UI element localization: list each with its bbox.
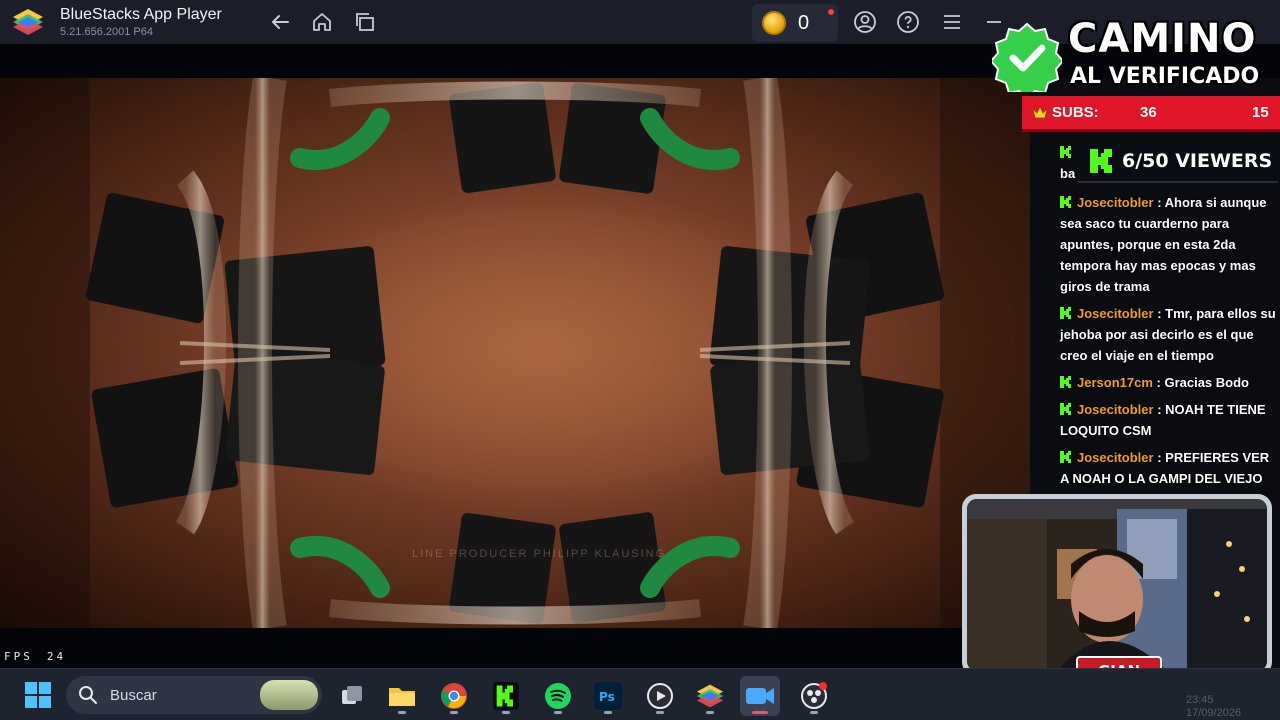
- windows-taskbar: Buscar Ps: [0, 668, 1280, 720]
- windows-start-icon[interactable]: [22, 679, 54, 711]
- chat-message: Josecitobler : Tmr, para ellos su jehoba…: [1060, 306, 1276, 363]
- search-highlight-image: [260, 680, 318, 710]
- chat-message: Josecitobler : PREFIERES VER A NOAH O LA…: [1060, 450, 1270, 486]
- kick-logo-icon: [1090, 149, 1112, 173]
- kick-icon: [1060, 307, 1071, 319]
- chat-username[interactable]: Josecitobler: [1077, 402, 1154, 417]
- video-credit-text: LINE PRODUCER PHILIPP KLAUSING: [412, 548, 667, 560]
- running-indicator: [604, 711, 612, 714]
- kick-icon[interactable]: [486, 676, 526, 716]
- desktop-screen: BlueStacks App Player 5.21.656.2001 P64 …: [0, 0, 1280, 720]
- search-placeholder: Buscar: [110, 687, 157, 704]
- fps-counter: FPS 24: [4, 650, 80, 663]
- bluestacks-logo-icon: [13, 9, 43, 35]
- multi-instance-icon[interactable]: [353, 10, 377, 34]
- chat-username[interactable]: Josecitobler: [1077, 306, 1154, 321]
- running-indicator: [398, 711, 406, 714]
- coin-icon: [762, 11, 786, 35]
- clock-time: 23:45: [1186, 694, 1214, 706]
- crown-icon: [1032, 106, 1048, 119]
- fps-label: FPS: [4, 650, 33, 663]
- kick-icon: [1060, 403, 1071, 415]
- fps-value: 24: [46, 650, 67, 663]
- goal-title-line1: CAMINO: [1068, 16, 1257, 62]
- running-indicator: [502, 711, 510, 714]
- task-view-icon[interactable]: [332, 676, 372, 716]
- chat-username[interactable]: Josecitobler: [1077, 195, 1154, 210]
- kick-icon: [1060, 451, 1071, 463]
- taskbar-search[interactable]: Buscar: [66, 676, 322, 714]
- clock-date: 17/09/2026: [1186, 707, 1242, 719]
- notification-dot: [828, 9, 834, 15]
- kick-icon: [1060, 196, 1071, 208]
- home-icon[interactable]: [310, 10, 334, 34]
- chrome-icon[interactable]: [434, 676, 474, 716]
- coin-counter[interactable]: 0: [752, 4, 838, 42]
- running-indicator: [810, 711, 818, 714]
- back-icon[interactable]: [268, 10, 292, 34]
- bluestacks-icon[interactable]: [690, 676, 730, 716]
- chat-partial-text: ba: [1060, 166, 1076, 181]
- file-explorer-icon[interactable]: [382, 676, 422, 716]
- subs-label: SUBS:: [1052, 104, 1099, 121]
- menu-icon[interactable]: [940, 10, 964, 34]
- kaleidoscope-artwork: [0, 78, 1030, 628]
- system-clock[interactable]: 23:45 17/09/2026: [1186, 694, 1241, 720]
- kick-icon: [1060, 376, 1071, 388]
- camera-app-icon[interactable]: [740, 676, 780, 716]
- obs-icon[interactable]: [794, 676, 834, 716]
- running-indicator: [656, 711, 664, 714]
- running-indicator: [706, 711, 714, 714]
- help-icon[interactable]: [896, 10, 920, 34]
- account-icon[interactable]: [853, 10, 877, 34]
- chat-feed: ba Josecitobler : Ahora si aunque sea sa…: [1060, 142, 1278, 495]
- verified-goal-banner: CAMINO AL VERIFICADO: [990, 16, 1280, 96]
- subs-goal: 15: [1252, 104, 1269, 121]
- chat-message: Josecitobler : NOAH TE TIENE LOQUITO CSM: [1060, 402, 1266, 438]
- viewers-counter: 6/50 VIEWERS: [1078, 141, 1278, 183]
- verified-check-icon: [992, 22, 1062, 92]
- media-player-icon[interactable]: [640, 676, 680, 716]
- webcam-scene: [967, 499, 1267, 671]
- photoshop-icon[interactable]: Ps: [588, 676, 628, 716]
- spotify-icon[interactable]: [538, 676, 578, 716]
- subs-count: 36: [1140, 104, 1157, 121]
- app-version: 5.21.656.2001 P64: [60, 26, 153, 38]
- running-indicator: [554, 711, 562, 714]
- subs-counter-bar: SUBS: 36 15: [1022, 96, 1280, 132]
- coin-count: 0: [798, 12, 810, 34]
- chat-username[interactable]: Josecitobler: [1077, 450, 1154, 465]
- viewers-count: 6/50 VIEWERS: [1122, 150, 1273, 172]
- webcam-frame: [962, 494, 1272, 676]
- chat-message: Jerson17cm : Gracias Bodo: [1060, 372, 1278, 393]
- webcam-feed: [967, 499, 1267, 671]
- svg-text:Ps: Ps: [599, 690, 615, 704]
- running-indicator: [752, 711, 768, 714]
- chat-username[interactable]: Jerson17cm: [1077, 375, 1153, 390]
- video-player[interactable]: LINE PRODUCER PHILIPP KLAUSING: [0, 78, 1030, 628]
- goal-title-line2: AL VERIFICADO: [1070, 64, 1260, 89]
- running-indicator: [450, 711, 458, 714]
- kick-icon: [1060, 146, 1071, 158]
- chat-message: Josecitobler : Ahora si aunque sea saco …: [1060, 195, 1267, 294]
- app-title: BlueStacks App Player: [60, 6, 222, 23]
- search-icon: [79, 686, 97, 704]
- chat-text: Gracias Bodo: [1164, 375, 1249, 390]
